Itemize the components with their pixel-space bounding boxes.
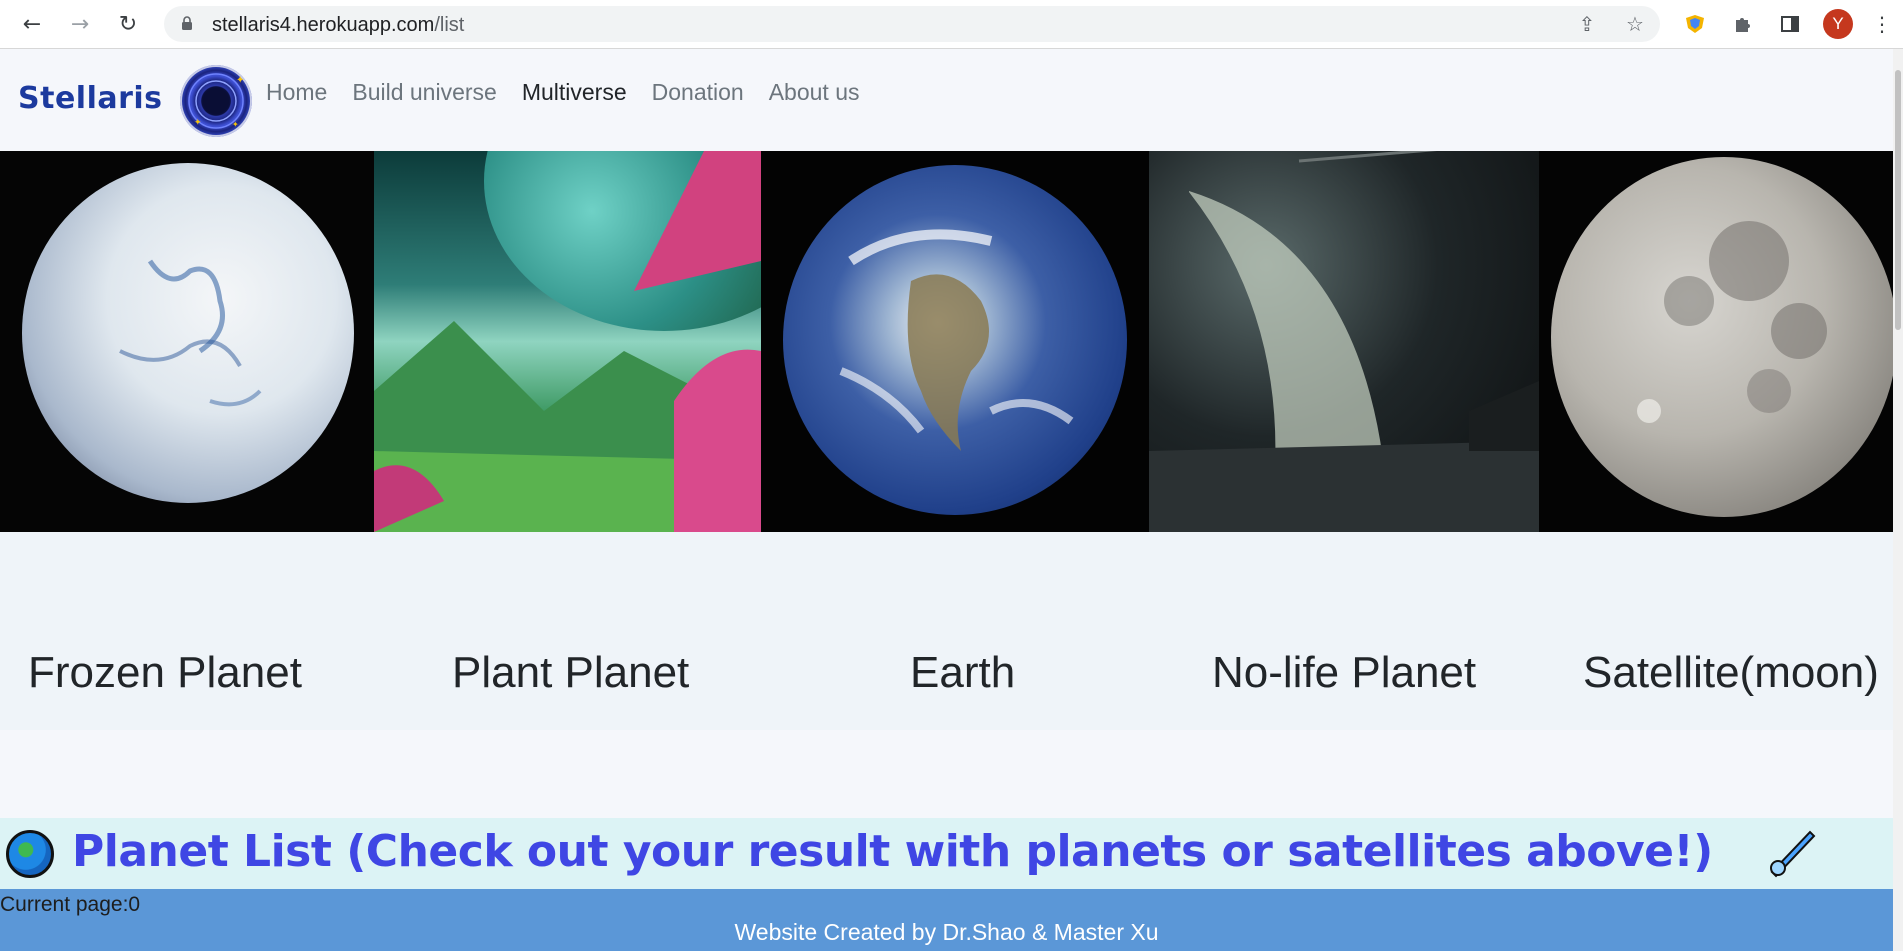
svg-text:✦: ✦ xyxy=(194,118,202,128)
extension-icon[interactable] xyxy=(1681,10,1709,38)
label-satellite-moon: Satellite(moon) xyxy=(1583,648,1879,697)
browser-toolbar: ← → ↻ stellaris4.herokuapp.com/list ⇪ ☆ … xyxy=(0,0,1903,49)
current-page-indicator: Current page:0 xyxy=(0,893,141,916)
label-earth: Earth xyxy=(910,648,1016,697)
main-nav: Home Build universe Multiverse Donation … xyxy=(266,79,860,106)
globe-icon xyxy=(6,830,54,878)
planet-list-banner: Planet List (Check out your result with … xyxy=(0,818,1893,889)
puzzle-icon[interactable] xyxy=(1729,10,1757,38)
plant-planet-image xyxy=(374,151,761,532)
footer: Website Created by Dr.Shao & Master Xu xyxy=(0,889,1893,951)
label-no-life-planet: No-life Planet xyxy=(1212,648,1477,697)
svg-text:✦: ✦ xyxy=(232,120,239,129)
scrollbar-thumb[interactable] xyxy=(1895,70,1901,330)
url-text: stellaris4.herokuapp.com/list xyxy=(212,14,465,36)
forward-icon[interactable]: → xyxy=(66,10,94,38)
planet-image-strip xyxy=(0,151,1893,532)
share-icon[interactable]: ⇪ xyxy=(1576,12,1598,36)
footer-credit: Website Created by Dr.Shao & Master Xu xyxy=(734,919,1159,945)
nav-multiverse[interactable]: Multiverse xyxy=(522,79,627,106)
nav-donation[interactable]: Donation xyxy=(652,79,744,106)
reload-icon[interactable]: ↻ xyxy=(114,10,142,38)
moon-image xyxy=(1539,151,1893,532)
side-panel-icon[interactable] xyxy=(1776,10,1804,38)
label-frozen-planet: Frozen Planet xyxy=(28,648,302,697)
earth-image xyxy=(761,151,1149,532)
comet-icon xyxy=(1770,830,1816,878)
menu-kebab-icon[interactable]: ⋮ xyxy=(1872,10,1892,38)
lock-icon xyxy=(182,16,192,30)
back-icon[interactable]: ← xyxy=(18,10,46,38)
label-plant-planet: Plant Planet xyxy=(452,648,690,697)
galaxy-logo-icon[interactable]: ✦ ✦ ✦ xyxy=(180,65,252,137)
svg-text:✦: ✦ xyxy=(236,75,244,86)
brand-name[interactable]: Stellaris xyxy=(18,81,163,116)
profile-avatar[interactable]: Y xyxy=(1823,9,1853,39)
nav-home[interactable]: Home xyxy=(266,79,327,106)
nav-build-universe[interactable]: Build universe xyxy=(352,79,496,106)
frozen-planet-image xyxy=(0,151,374,532)
bookmark-star-icon[interactable]: ☆ xyxy=(1624,12,1646,36)
nav-about-us[interactable]: About us xyxy=(769,79,860,106)
site-navbar: Stellaris ✦ ✦ ✦ Home Build universe Mult… xyxy=(0,49,1893,151)
no-life-planet-image xyxy=(1149,151,1539,532)
planet-list-heading: Planet List (Check out your result with … xyxy=(72,826,1713,877)
address-bar[interactable]: stellaris4.herokuapp.com/list ⇪ ☆ xyxy=(164,6,1660,42)
planet-labels: Frozen Planet Plant Planet Earth No-life… xyxy=(0,532,1893,730)
